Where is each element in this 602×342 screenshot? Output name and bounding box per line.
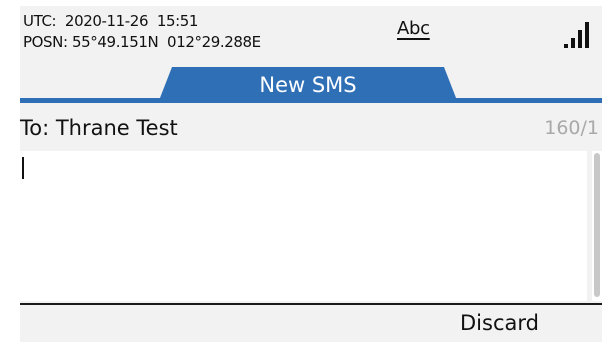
- utc-time-readout: UTC: 2020-11-26 15:51: [23, 12, 199, 30]
- text-cursor: [22, 157, 24, 179]
- discard-label: Discard: [460, 311, 539, 335]
- softkey-divider: [20, 303, 602, 305]
- signal-strength-icon: [563, 20, 593, 50]
- tab-label: New SMS: [259, 73, 357, 97]
- recipient-row: To: Thrane Test 160/1: [20, 113, 602, 143]
- character-counter: 160/1: [544, 117, 599, 139]
- input-mode-indicator[interactable]: Abc: [397, 18, 430, 39]
- message-input[interactable]: [20, 151, 587, 301]
- message-scrollbar[interactable]: [592, 151, 602, 301]
- scrollbar-thumb[interactable]: [594, 153, 600, 297]
- recipient-label: To: Thrane Test: [20, 116, 178, 140]
- device-display: UTC: 2020-11-26 15:51 POSN: 55°49.151N 0…: [20, 6, 602, 342]
- position-readout: POSN: 55°49.151N 012°29.288E: [23, 33, 261, 51]
- tab-new-sms[interactable]: New SMS: [158, 67, 458, 103]
- sms-screen: UTC: 2020-11-26 15:51 POSN: 55°49.151N 0…: [0, 0, 602, 342]
- discard-button[interactable]: Discard: [440, 308, 590, 342]
